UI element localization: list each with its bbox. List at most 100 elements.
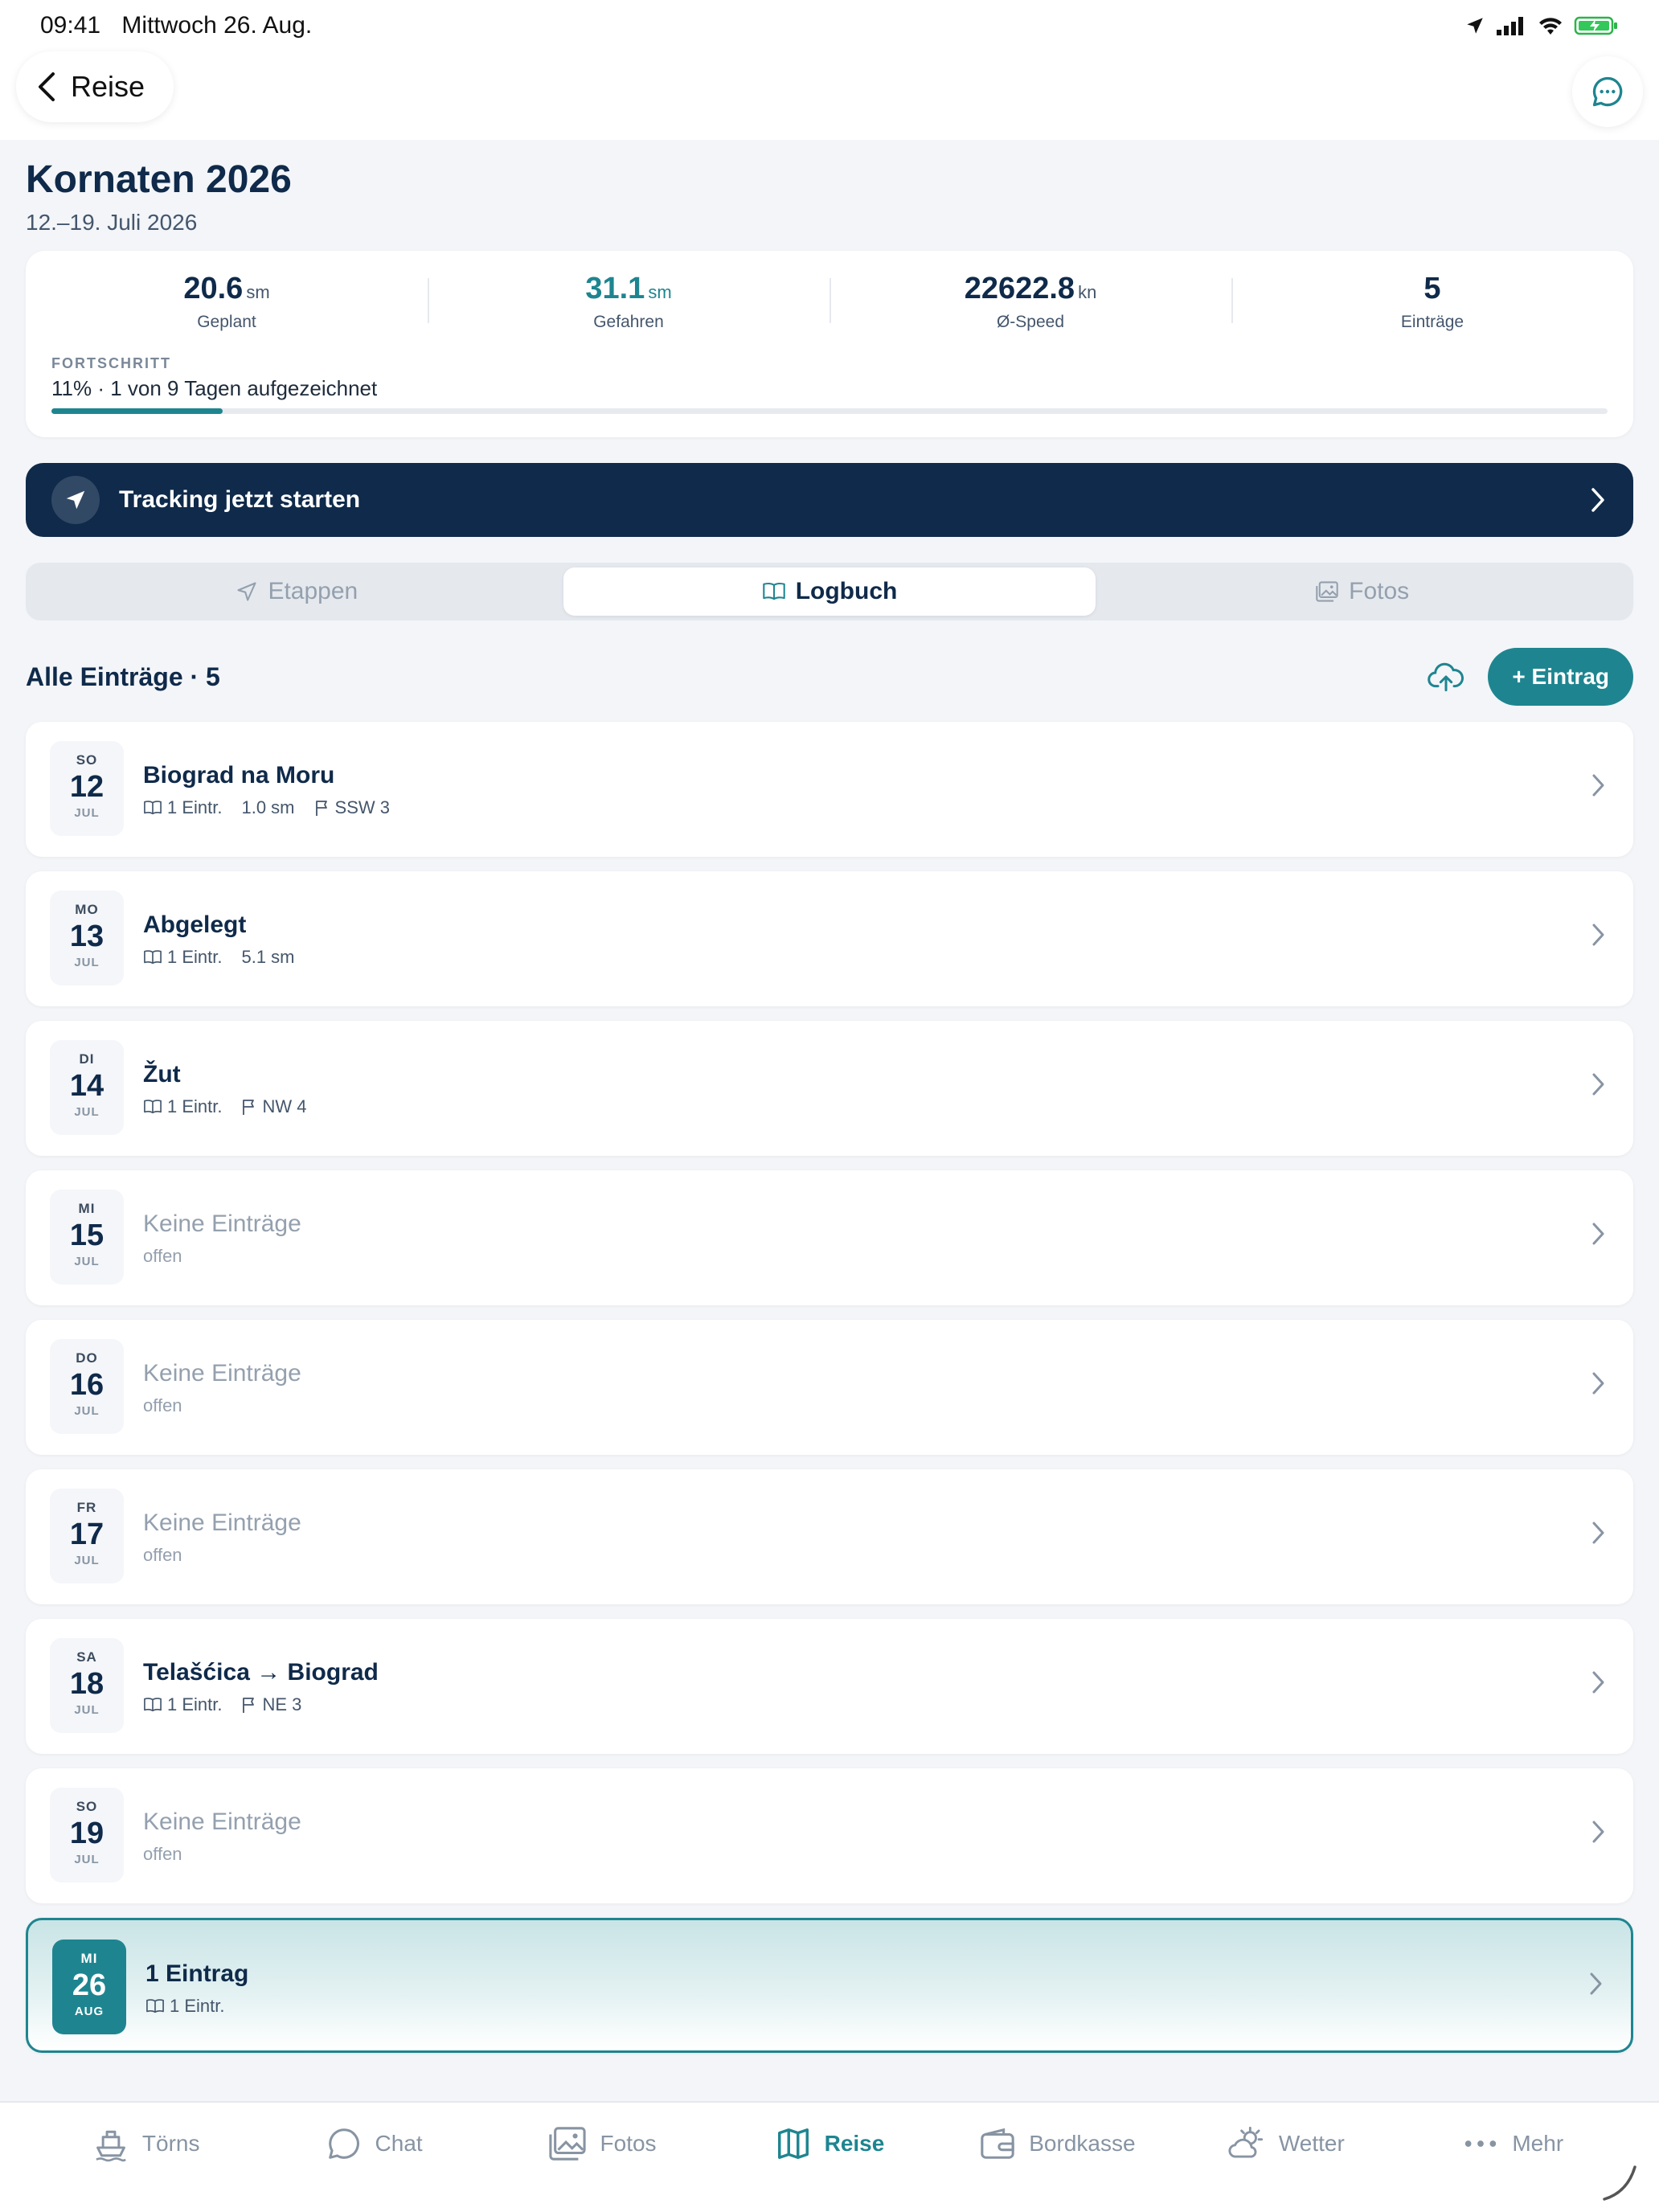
wallet-icon xyxy=(981,2128,1014,2159)
date-month: JUL xyxy=(74,1255,100,1268)
photos-icon xyxy=(1316,581,1338,602)
back-button-label: Reise xyxy=(71,70,145,103)
date-month: JUL xyxy=(74,956,100,969)
tab-logbuch[interactable]: Logbuch xyxy=(563,567,1096,616)
bottom-tab-wetter[interactable]: Wetter xyxy=(1171,2103,1399,2212)
date-day: 18 xyxy=(69,1667,104,1701)
tab-label: Wetter xyxy=(1278,2131,1345,2156)
day-title: Keine Einträge xyxy=(143,1210,301,1237)
tab-label: Mehr xyxy=(1512,2131,1564,2156)
day-card[interactable]: MI 15 JUL Keine Einträge offen xyxy=(26,1170,1633,1305)
day-content: Telašćica → Biograd 1 Eintr. NE 3 xyxy=(143,1659,379,1715)
cloud-upload-button[interactable] xyxy=(1417,648,1475,706)
stat-value: 31.1 xyxy=(585,272,645,305)
bottom-tab-toerns[interactable]: Törns xyxy=(32,2103,260,2212)
day-card[interactable]: FR 17 JUL Keine Einträge offen xyxy=(26,1469,1633,1604)
bottom-tab-bordkasse[interactable]: Bordkasse xyxy=(944,2103,1171,2212)
flag-icon xyxy=(243,1100,255,1115)
trip-dates: 12.–19. Juli 2026 xyxy=(26,210,198,235)
navigation-bar: Reise xyxy=(0,51,1659,140)
bottom-tab-bar: Törns Chat Fotos Reise Bordkasse Wetter … xyxy=(0,2101,1659,2212)
stats-card: 20.6 sm Geplant 31.1 sm Gefahren 22622.8 kn… xyxy=(26,251,1633,437)
stat-planned: 20.6 sm Geplant xyxy=(26,272,428,349)
day-title: Telašćica → Biograd xyxy=(143,1659,379,1686)
add-entry-button[interactable]: + Eintrag xyxy=(1488,648,1633,706)
chevron-right-icon xyxy=(1592,774,1604,797)
entry-count: 1 Eintr. xyxy=(170,1996,225,2016)
location-arrow-icon xyxy=(1467,18,1483,34)
tab-label: Fotos xyxy=(600,2131,657,2156)
chevron-right-icon xyxy=(1592,1821,1604,1843)
date-weekday: MO xyxy=(75,902,99,917)
map-icon xyxy=(777,2128,809,2159)
date-month: JUL xyxy=(74,1703,100,1717)
bottom-tab-fotos[interactable]: Fotos xyxy=(488,2103,715,2212)
cloud-upload-icon xyxy=(1428,662,1464,692)
progress-fill xyxy=(51,408,223,414)
day-title: Keine Einträge xyxy=(143,1809,301,1835)
date-month: JUL xyxy=(74,1105,100,1119)
stat-unit: kn xyxy=(1078,282,1097,302)
wind: NE 3 xyxy=(262,1694,302,1714)
date-badge: SO 19 JUL xyxy=(50,1788,124,1882)
day-content: 1 Eintrag 1 Eintr. xyxy=(145,1960,248,2017)
date-day: 19 xyxy=(69,1817,104,1850)
tab-label: Törns xyxy=(141,2131,200,2156)
battery-charging-icon xyxy=(1574,16,1617,35)
date-weekday: MI xyxy=(80,1951,98,1966)
weather-icon xyxy=(1228,2126,1263,2158)
chevron-left-icon xyxy=(39,72,55,101)
view-tabs: Etappen Logbuch Fotos xyxy=(26,563,1633,621)
trip-header: Kornaten 2026 12.–19. Juli 2026 xyxy=(26,158,292,236)
entry-count: 1 Eintr. xyxy=(167,947,223,967)
date-badge: MI 15 JUL xyxy=(50,1190,124,1284)
date-weekday: SO xyxy=(76,1799,98,1814)
day-card[interactable]: MO 13 JUL Abgelegt 1 Eintr. 5.1 sm xyxy=(26,871,1633,1006)
date-month: JUL xyxy=(74,1554,100,1567)
day-title: Keine Einträge xyxy=(143,1360,301,1387)
bottom-tab-reise[interactable]: Reise xyxy=(715,2103,943,2212)
tab-etappen[interactable]: Etappen xyxy=(31,567,563,616)
day-card[interactable]: SO 19 JUL Keine Einträge offen xyxy=(26,1768,1633,1903)
day-meta: 1 Eintr. 5.1 sm xyxy=(143,947,295,968)
chevron-right-icon xyxy=(1592,1073,1604,1096)
back-button[interactable]: Reise xyxy=(16,51,174,122)
photo-icon xyxy=(548,2127,586,2161)
date-day: 26 xyxy=(72,1968,107,2002)
day-card-today[interactable]: MI 26 AUG 1 Eintrag 1 Eintr. xyxy=(26,1918,1633,2053)
day-card[interactable]: SO 12 JUL Biograd na Moru 1 Eintr. 1.0 s… xyxy=(26,722,1633,857)
bottom-tab-chat[interactable]: Chat xyxy=(260,2103,487,2212)
day-content: Keine Einträge offen xyxy=(143,1809,301,1865)
list-title: Alle Einträge · 5 xyxy=(26,662,220,691)
tab-label: Etappen xyxy=(268,578,358,604)
date-day: 13 xyxy=(69,920,104,953)
day-card[interactable]: DO 16 JUL Keine Einträge offen xyxy=(26,1320,1633,1455)
stat-entries: 5 Einträge xyxy=(1231,272,1633,349)
date-badge: MO 13 JUL xyxy=(50,891,124,985)
bottom-tab-mehr[interactable]: Mehr xyxy=(1399,2103,1627,2212)
progress-caption: FORTSCHRITT xyxy=(51,355,171,371)
day-card[interactable]: DI 14 JUL Žut 1 Eintr. NW 4 xyxy=(26,1021,1633,1156)
chevron-right-icon xyxy=(1592,1522,1604,1544)
day-card[interactable]: SA 18 JUL Telašćica → Biograd 1 Eintr. N… xyxy=(26,1619,1633,1754)
open-book-icon xyxy=(762,582,785,600)
day-content: Biograd na Moru 1 Eintr. 1.0 sm SSW 3 xyxy=(143,762,390,818)
entry-count: 1 Eintr. xyxy=(167,1694,223,1714)
stat-value: 5 xyxy=(1423,272,1441,305)
date-badge: MI 26 AUG xyxy=(52,1940,126,2034)
chat-button[interactable] xyxy=(1572,56,1643,127)
start-tracking-button[interactable]: Tracking jetzt starten xyxy=(26,463,1633,537)
date-badge: DO 16 JUL xyxy=(50,1339,124,1434)
tab-label: Logbuch xyxy=(795,578,898,604)
day-status: offen xyxy=(143,1246,182,1266)
tab-label: Fotos xyxy=(1349,578,1410,604)
tab-fotos[interactable]: Fotos xyxy=(1096,567,1628,616)
stat-label: Gefahren xyxy=(593,313,664,331)
stat-sailed: 31.1 sm Gefahren xyxy=(428,272,830,349)
chevron-right-icon xyxy=(1592,1223,1604,1245)
date-weekday: DI xyxy=(79,1051,95,1067)
date-day: 14 xyxy=(69,1069,104,1103)
stat-avg-speed: 22622.8 kn Ø-Speed xyxy=(830,272,1231,349)
day-title: Biograd na Moru xyxy=(143,762,335,789)
list-header: Alle Einträge · 5 + Eintrag xyxy=(26,648,1633,706)
